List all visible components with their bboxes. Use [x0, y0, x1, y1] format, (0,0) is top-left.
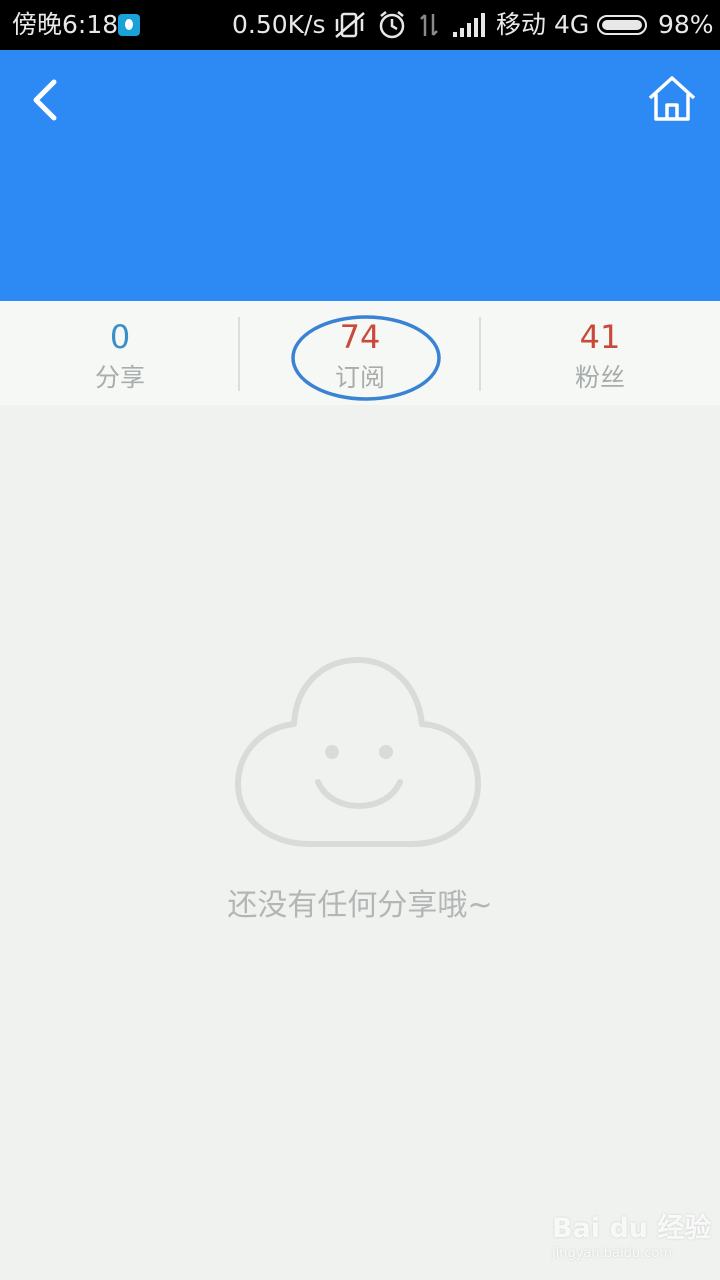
stat-divider [479, 317, 481, 391]
vibrate-off-icon [335, 12, 365, 38]
battery-icon [597, 15, 647, 35]
status-carrier: 移动 4G [496, 10, 590, 39]
status-time: 傍晚6:18 [12, 10, 119, 39]
empty-state-message: 还没有任何分享哦~ [227, 888, 493, 923]
watermark: Bai du 经验 jingyan.baidu.com [552, 1200, 712, 1270]
highlight-ellipse [291, 315, 441, 401]
stat-divider [238, 317, 240, 391]
alarm-icon [379, 11, 405, 39]
status-battery: 98% [658, 10, 714, 39]
watermark-url: jingyan.baidu.com [552, 1246, 672, 1261]
home-icon[interactable] [646, 74, 698, 124]
status-bar: 傍晚6:18 0.50K/s 移动 4G 98% [0, 0, 720, 50]
data-transfer-icon [420, 14, 438, 36]
watermark-logo: Bai du 经验 [552, 1213, 712, 1244]
profile-header [0, 50, 720, 301]
smiling-cloud-icon [235, 657, 481, 847]
stat-followers-label: 粉丝 [574, 363, 625, 392]
app-notification-icon [118, 14, 140, 36]
stat-shares-label: 分享 [94, 363, 145, 392]
chevron-left-icon[interactable] [20, 74, 70, 124]
signal-icon [453, 13, 485, 37]
stat-followers-value: 41 [579, 318, 621, 356]
stat-followers[interactable]: 41 粉丝 [480, 301, 720, 405]
stat-shares-value: 0 [109, 318, 131, 356]
stat-shares[interactable]: 0 分享 [0, 301, 240, 405]
status-net-speed: 0.50K/s [232, 10, 326, 39]
